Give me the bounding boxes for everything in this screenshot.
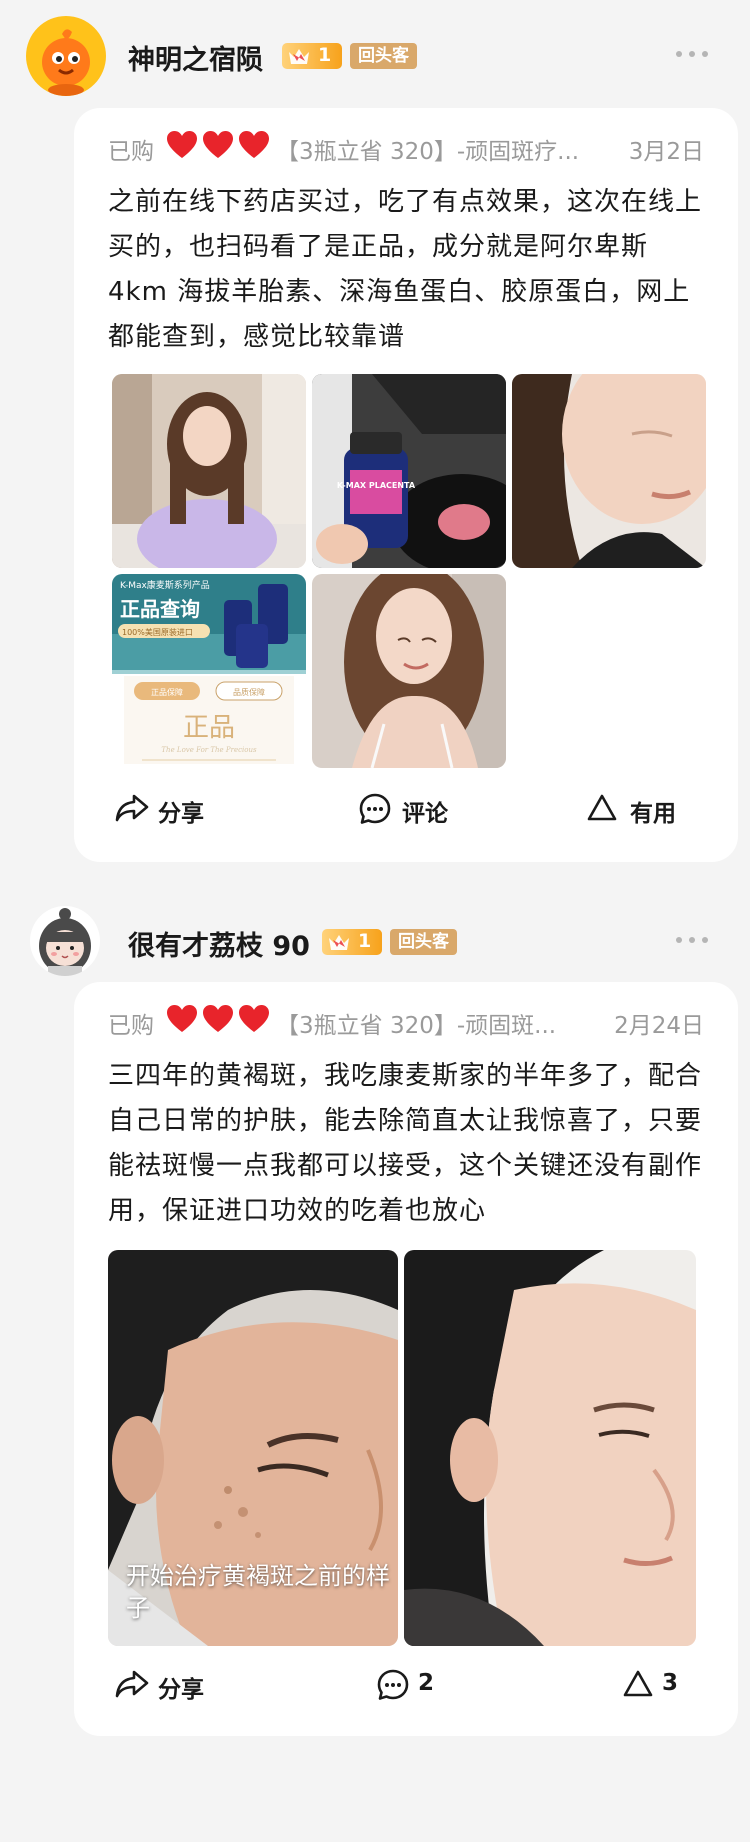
share-icon <box>115 794 149 822</box>
username[interactable]: 很有才荔枝 90 <box>128 924 310 963</box>
review-header: 很有才荔枝 90 1 回头客 <box>0 902 750 992</box>
review-photo[interactable] <box>312 574 506 768</box>
purchase-info: 已购 【3瓶立省 320】-顽固斑... 2月24日 <box>108 1004 704 1040</box>
photo-caption: 开始治疗黄褐斑之前的样子 <box>126 1562 390 1622</box>
share-button[interactable]: 分享 <box>114 784 224 834</box>
level-number: 1 <box>358 930 372 952</box>
comment-button[interactable]: 评论 <box>358 784 468 834</box>
share-label: 分享 <box>158 1677 204 1703</box>
level-badge: 1 <box>282 43 342 69</box>
bottle-label-text: K-MAX PLACENTA <box>337 481 416 490</box>
useful-icon <box>587 794 617 821</box>
action-bar: 分享 2 3 <box>74 1660 738 1710</box>
rating-hearts <box>166 130 274 164</box>
comment-button[interactable]: 2 <box>376 1660 466 1710</box>
useful-icon <box>623 1670 653 1697</box>
level-number: 1 <box>318 44 332 66</box>
review-text: 三四年的黄褐斑，我吃康麦斯家的半年多了，配合自己日常的护肤，能去除简直太让我惊喜… <box>108 1061 703 1226</box>
heart-icon <box>203 131 233 158</box>
level-badge: 1 <box>322 929 382 955</box>
review-header: 神明之宿陨 1 回头客 <box>0 16 750 106</box>
review-card: 已购 【3瓶立省 320】-顽固斑... 2月24日 三四年的黄褐斑，我吃康麦斯… <box>74 982 738 1736</box>
import-ribbon-text: 100%美国原装进口 <box>122 627 193 637</box>
genuine-text: 正品 <box>183 713 235 743</box>
purchase-info: 已购 【3瓶立省 320】-顽固斑疗... 3月2日 <box>108 130 704 166</box>
repeat-buyer-badge: 回头客 <box>350 43 417 69</box>
comment-icon <box>359 793 391 824</box>
left-pill-text: 正品保障 <box>151 687 183 697</box>
review-photo-before[interactable]: 开始治疗黄褐斑之前的样子 <box>108 1250 398 1646</box>
more-options-icon[interactable] <box>676 934 708 946</box>
more-options-icon[interactable] <box>676 48 708 60</box>
product-name[interactable]: 【3瓶立省 320】-顽固斑... <box>276 1006 556 1040</box>
avatar[interactable] <box>30 906 100 976</box>
bought-label: 已购 <box>108 1013 154 1039</box>
heart-icon <box>167 131 197 158</box>
useful-button[interactable]: 有用 <box>586 784 696 834</box>
crown-icon <box>289 49 309 64</box>
avatar[interactable] <box>26 16 106 96</box>
comment-count: 2 <box>418 1670 435 1696</box>
bought-label: 已购 <box>108 139 154 165</box>
action-bar: 分享 评论 有用 <box>74 784 738 834</box>
brand-banner-text: K-Max康麦斯系列产品 <box>120 579 210 591</box>
crown-icon <box>329 935 349 950</box>
review-photo[interactable]: K-MAX PLACENTA <box>312 374 506 568</box>
useful-count: 3 <box>662 1670 679 1696</box>
heart-icon <box>203 1005 233 1032</box>
heart-icon <box>239 1005 269 1032</box>
useful-button[interactable]: 3 <box>622 1660 702 1710</box>
right-pill-text: 品质保障 <box>233 687 265 697</box>
review-photo-authenticity[interactable]: K-Max康麦斯系列产品 正品查询 100%美国原装进口 正品保障 品质保障 正… <box>112 574 306 768</box>
heart-icon <box>167 1005 197 1032</box>
review-card: 已购 【3瓶立省 320】-顽固斑疗... 3月2日 之前在线下药店买过，吃了有… <box>74 108 738 862</box>
query-title-text: 正品查询 <box>120 597 200 621</box>
share-label: 分享 <box>158 801 204 827</box>
review-date: 2月24日 <box>614 1013 704 1039</box>
product-name[interactable]: 【3瓶立省 320】-顽固斑疗... <box>276 132 579 166</box>
useful-label: 有用 <box>630 801 676 827</box>
review-photo[interactable] <box>112 374 306 568</box>
repeat-buyer-badge: 回头客 <box>390 929 457 955</box>
script-text: The Love For The Precious <box>161 746 257 754</box>
review-text: 之前在线下药店买过，吃了有点效果，这次在线上买的，也扫码看了是正品，成分就是阿尔… <box>108 187 703 352</box>
review-photo[interactable] <box>512 374 706 568</box>
heart-icon <box>239 131 269 158</box>
share-button[interactable]: 分享 <box>114 1660 224 1710</box>
comment-label: 评论 <box>402 801 448 827</box>
review-date: 3月2日 <box>628 139 704 165</box>
username[interactable]: 神明之宿陨 <box>128 38 263 77</box>
review-photo-after[interactable] <box>404 1250 696 1646</box>
share-icon <box>115 1670 149 1698</box>
rating-hearts <box>166 1004 274 1038</box>
comment-icon <box>377 1669 409 1700</box>
